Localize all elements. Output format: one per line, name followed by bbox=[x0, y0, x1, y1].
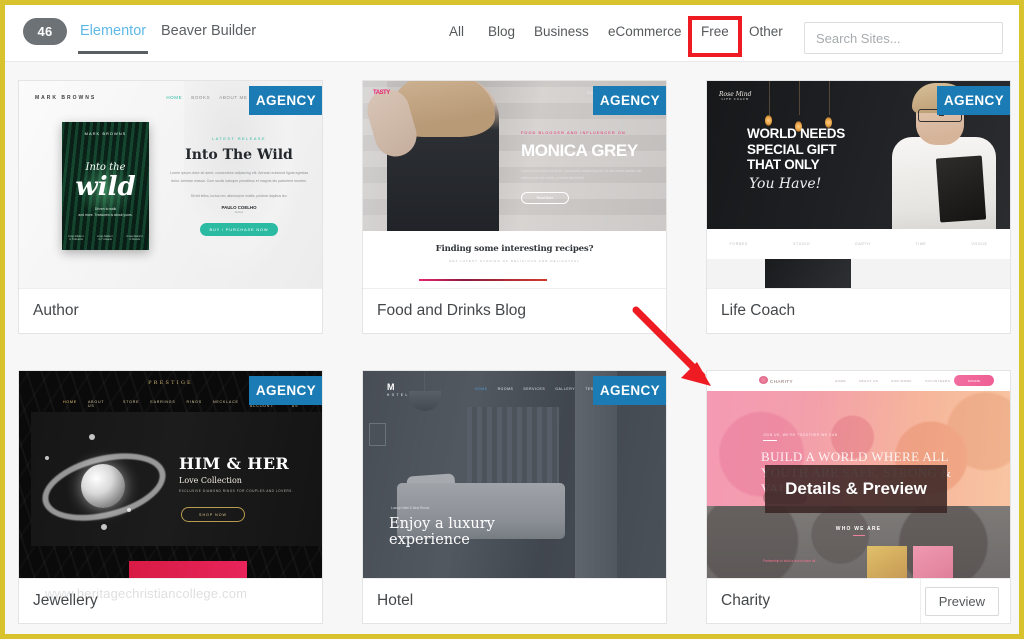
details-and-preview-overlay[interactable]: Details & Preview bbox=[765, 465, 947, 513]
site-client-logos: FORBES STUDIO EARTH TIME VOGUE bbox=[707, 229, 1010, 259]
card-footer: Hotel bbox=[363, 578, 666, 623]
agency-badge: AGENCY bbox=[593, 376, 666, 405]
site-hero-heading: Enjoy a luxury experience bbox=[389, 516, 495, 548]
site-logo: TASTY bbox=[373, 90, 390, 96]
card-title: Hotel bbox=[377, 592, 414, 609]
site-donate-button: DONATE bbox=[954, 375, 994, 386]
site-hero-text: FOOD BLOGGER AND INFLUENCER ON MONICA GR… bbox=[521, 131, 651, 204]
search-input[interactable] bbox=[805, 23, 1002, 53]
site-cta-button: SHOP NOW bbox=[181, 507, 245, 522]
template-thumbnail-jewellery[interactable]: PRESTIGE HOME ABOUT US STORE EARRINGS RINGS… bbox=[19, 371, 322, 578]
template-library-window: 46 Elementor Beaver Builder All Blog Bus… bbox=[0, 0, 1024, 639]
card-footer: Life Coach bbox=[707, 288, 1010, 333]
template-card-jewellery[interactable]: PRESTIGE HOME ABOUT US STORE EARRINGS RINGS… bbox=[18, 370, 323, 624]
category-tab-free[interactable]: Free bbox=[701, 24, 729, 39]
template-thumbnail-author[interactable]: MARK BROWNS HOMEBOOKSABOUT MEBLOGCONTACT… bbox=[19, 81, 322, 288]
tab-elementor[interactable]: Elementor bbox=[77, 23, 149, 54]
site-cta-button: Read More bbox=[521, 191, 569, 204]
template-thumbnail-hotel[interactable]: MHOTEL HOMEROOMSSERVICESGALLERY TESTIMON… bbox=[363, 371, 666, 578]
agency-badge: AGENCY bbox=[249, 86, 322, 115]
template-thumbnail-charity[interactable]: CHARITY HOME ABOUT US OUR WORK VOLUNTEER… bbox=[707, 371, 1010, 578]
template-thumbnail-life-coach[interactable]: Rose Mind LIFE COACH WORLD NEEDS SPECIAL … bbox=[707, 81, 1010, 288]
category-tab-all[interactable]: All bbox=[449, 24, 464, 39]
book-cover-art: MARK BROWNS Into the wild Driven to walk… bbox=[62, 122, 149, 250]
template-card-hotel[interactable]: MHOTEL HOMEROOMSSERVICESGALLERY TESTIMON… bbox=[362, 370, 667, 624]
site-hero-heading: WORLD NEEDS SPECIAL GIFT THAT ONLY bbox=[747, 126, 845, 173]
agency-badge: AGENCY bbox=[249, 376, 322, 405]
site-hero-text: LATEST RELEASE Into The Wild Lorem ipsum… bbox=[169, 136, 309, 236]
template-card-charity[interactable]: CHARITY HOME ABOUT US OUR WORK VOLUNTEER… bbox=[706, 370, 1011, 624]
card-footer: Food and Drinks Blog bbox=[363, 288, 666, 333]
card-footer: Author bbox=[19, 288, 322, 333]
tab-beaver-builder[interactable]: Beaver Builder bbox=[161, 23, 256, 39]
preview-button[interactable]: Preview bbox=[924, 587, 999, 616]
card-title: Food and Drinks Blog bbox=[377, 302, 527, 319]
template-count-badge: 46 bbox=[23, 18, 67, 45]
agency-badge: AGENCY bbox=[593, 86, 666, 115]
agency-badge: AGENCY bbox=[937, 86, 1010, 115]
category-tab-business[interactable]: Business bbox=[534, 24, 589, 39]
site-logo: CHARITY bbox=[759, 376, 793, 384]
site-logo: M HOTEL bbox=[387, 382, 410, 397]
category-tab-ecommerce[interactable]: eCommerce bbox=[608, 24, 682, 39]
card-title: Author bbox=[33, 302, 79, 319]
site-watermark: www.heritagechristiancollege.com bbox=[45, 586, 248, 601]
category-tab-blog[interactable]: Blog bbox=[488, 24, 515, 39]
card-title: Charity bbox=[721, 592, 771, 609]
site-logo: Rose Mind LIFE COACH bbox=[719, 91, 752, 101]
template-card-author[interactable]: MARK BROWNS HOMEBOOKSABOUT MEBLOGCONTACT… bbox=[18, 80, 323, 334]
site-cta-button: BUY / PURCHASE NOW bbox=[200, 222, 278, 236]
site-logo: MARK BROWNS bbox=[35, 95, 97, 101]
template-card-food-and-drinks-blog[interactable]: TASTY OUR BLOG FOOD BLOGGER AND INFLUENC… bbox=[362, 80, 667, 334]
category-tab-other[interactable]: Other bbox=[749, 24, 783, 39]
footer-divider bbox=[920, 579, 921, 623]
template-thumbnail-food-and-drinks-blog[interactable]: TASTY OUR BLOG FOOD BLOGGER AND INFLUENC… bbox=[363, 81, 666, 288]
search-sites-box[interactable] bbox=[804, 22, 1003, 54]
card-title: Life Coach bbox=[721, 302, 796, 319]
card-footer: Charity Preview bbox=[707, 578, 1010, 623]
library-header: 46 Elementor Beaver Builder All Blog Bus… bbox=[5, 5, 1019, 62]
template-card-life-coach[interactable]: Rose Mind LIFE COACH WORLD NEEDS SPECIAL … bbox=[706, 80, 1011, 334]
